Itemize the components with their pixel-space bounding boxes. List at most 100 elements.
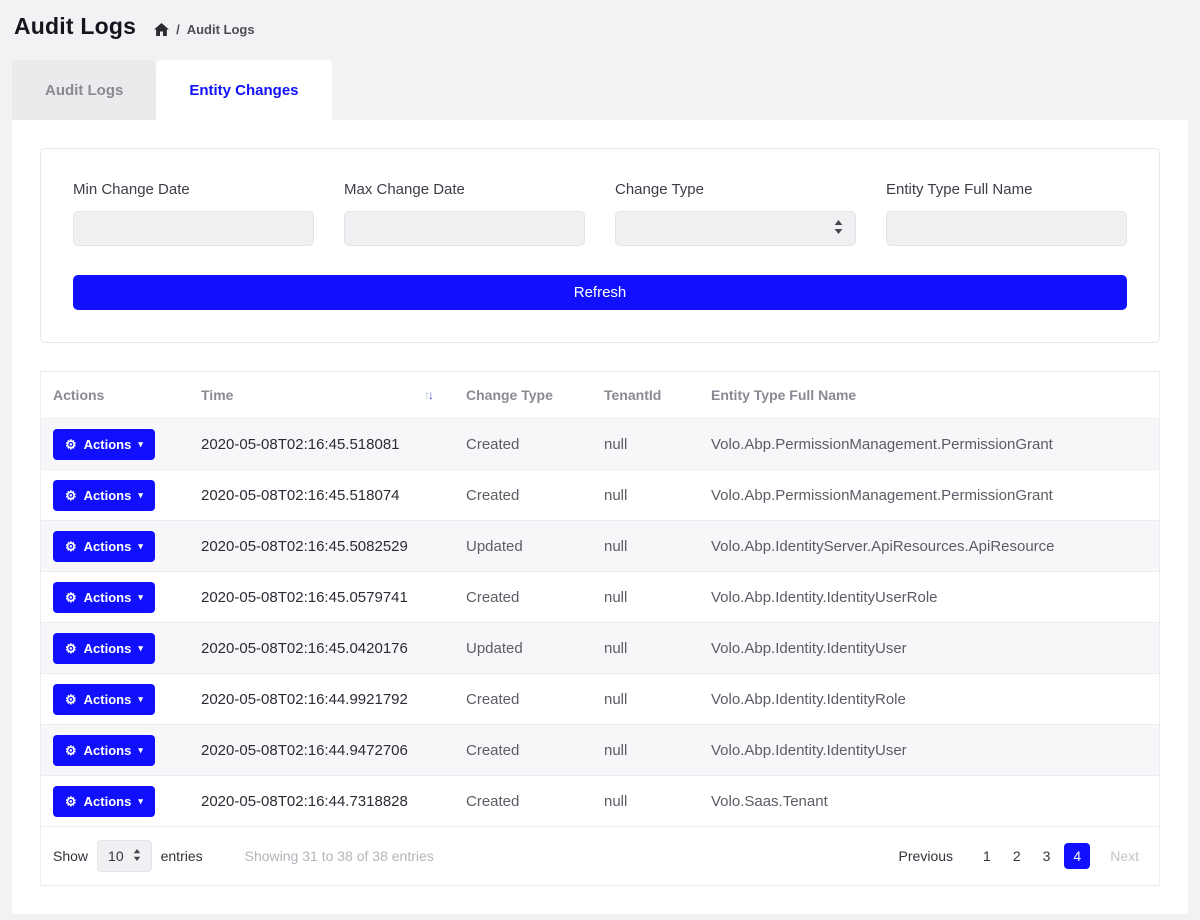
change-type-cell: Updated	[454, 521, 592, 572]
entity-changes-table-card: Actions Time ↑↓ Change Type TenantId Ent…	[40, 371, 1160, 886]
time-cell: 2020-05-08T02:16:45.518081	[189, 419, 454, 470]
tenant-id-cell: null	[592, 725, 699, 776]
home-icon[interactable]	[154, 23, 169, 36]
time-cell: 2020-05-08T02:16:44.9472706	[189, 725, 454, 776]
updown-arrows-icon	[133, 848, 141, 864]
breadcrumb: / Audit Logs	[154, 22, 255, 37]
entity-changes-panel: Min Change Date Max Change Date Change T…	[12, 120, 1188, 914]
page-header: Audit Logs / Audit Logs	[0, 0, 1200, 46]
breadcrumb-separator: /	[176, 22, 180, 37]
row-actions-button[interactable]: ⚙Actions▾	[53, 429, 155, 460]
change-type-cell: Created	[454, 674, 592, 725]
caret-down-icon: ▾	[138, 797, 143, 806]
col-header-time[interactable]: Time ↑↓	[189, 372, 454, 419]
table-row: ⚙Actions▾ 2020-05-08T02:16:45.5082529 Up…	[41, 521, 1159, 572]
tab-bar: Audit Logs Entity Changes	[12, 60, 1188, 120]
entity-type-cell: Volo.Saas.Tenant	[699, 776, 1159, 827]
show-label: Show	[53, 848, 88, 864]
change-type-cell: Created	[454, 572, 592, 623]
gear-icon: ⚙	[65, 795, 77, 808]
entity-changes-table: Actions Time ↑↓ Change Type TenantId Ent…	[41, 372, 1159, 827]
entity-type-full-name-input[interactable]	[886, 211, 1127, 246]
change-type-cell: Created	[454, 419, 592, 470]
breadcrumb-current: Audit Logs	[187, 22, 255, 37]
sort-icon[interactable]: ↑↓	[424, 388, 432, 402]
pagination: Previous 1 2 3 4 Next	[891, 843, 1147, 869]
time-cell: 2020-05-08T02:16:45.518074	[189, 470, 454, 521]
row-actions-button[interactable]: ⚙Actions▾	[53, 582, 155, 613]
page-size-value: 10	[108, 848, 124, 864]
filter-min-change-date: Min Change Date	[73, 181, 314, 246]
gear-icon: ⚙	[65, 642, 77, 655]
entries-summary: Showing 31 to 38 of 38 entries	[245, 848, 434, 864]
gear-icon: ⚙	[65, 489, 77, 502]
change-type-select[interactable]	[615, 211, 856, 246]
table-row: ⚙Actions▾ 2020-05-08T02:16:44.7318828 Cr…	[41, 776, 1159, 827]
tenant-id-cell: null	[592, 776, 699, 827]
pagination-page-2[interactable]: 2	[1005, 843, 1029, 869]
gear-icon: ⚙	[65, 540, 77, 553]
tenant-id-cell: null	[592, 419, 699, 470]
entity-type-cell: Volo.Abp.PermissionManagement.Permission…	[699, 470, 1159, 521]
tab-entity-changes[interactable]: Entity Changes	[156, 60, 331, 120]
gear-icon: ⚙	[65, 744, 77, 757]
pagination-next[interactable]: Next	[1102, 843, 1147, 869]
change-type-cell: Created	[454, 725, 592, 776]
max-change-date-input[interactable]	[344, 211, 585, 246]
row-actions-button[interactable]: ⚙Actions▾	[53, 531, 155, 562]
tab-audit-logs[interactable]: Audit Logs	[12, 60, 156, 120]
time-cell: 2020-05-08T02:16:45.0420176	[189, 623, 454, 674]
entity-type-cell: Volo.Abp.Identity.IdentityUser	[699, 623, 1159, 674]
page-title: Audit Logs	[14, 13, 136, 40]
entity-type-cell: Volo.Abp.PermissionManagement.Permission…	[699, 419, 1159, 470]
caret-down-icon: ▾	[138, 491, 143, 500]
tenant-id-cell: null	[592, 674, 699, 725]
time-cell: 2020-05-08T02:16:45.5082529	[189, 521, 454, 572]
main-content: Audit Logs Entity Changes Min Change Dat…	[12, 60, 1188, 914]
entries-label: entries	[161, 848, 203, 864]
refresh-button[interactable]: Refresh	[73, 275, 1127, 310]
filter-card: Min Change Date Max Change Date Change T…	[40, 148, 1160, 343]
gear-icon: ⚙	[65, 438, 77, 451]
change-type-cell: Updated	[454, 623, 592, 674]
table-row: ⚙Actions▾ 2020-05-08T02:16:44.9921792 Cr…	[41, 674, 1159, 725]
change-type-label: Change Type	[615, 181, 856, 198]
caret-down-icon: ▾	[138, 644, 143, 653]
time-cell: 2020-05-08T02:16:44.9921792	[189, 674, 454, 725]
tenant-id-cell: null	[592, 623, 699, 674]
col-header-change-type: Change Type	[454, 372, 592, 419]
row-actions-button[interactable]: ⚙Actions▾	[53, 786, 155, 817]
min-change-date-label: Min Change Date	[73, 181, 314, 198]
tenant-id-cell: null	[592, 572, 699, 623]
entity-type-cell: Volo.Abp.Identity.IdentityUserRole	[699, 572, 1159, 623]
caret-down-icon: ▾	[138, 542, 143, 551]
row-actions-button[interactable]: ⚙Actions▾	[53, 633, 155, 664]
row-actions-button[interactable]: ⚙Actions▾	[53, 684, 155, 715]
time-cell: 2020-05-08T02:16:45.0579741	[189, 572, 454, 623]
max-change-date-label: Max Change Date	[344, 181, 585, 198]
table-row: ⚙Actions▾ 2020-05-08T02:16:45.518074 Cre…	[41, 470, 1159, 521]
pagination-page-3[interactable]: 3	[1035, 843, 1059, 869]
filter-change-type: Change Type	[615, 181, 856, 246]
entity-type-cell: Volo.Abp.Identity.IdentityRole	[699, 674, 1159, 725]
min-change-date-input[interactable]	[73, 211, 314, 246]
table-row: ⚙Actions▾ 2020-05-08T02:16:44.9472706 Cr…	[41, 725, 1159, 776]
table-row: ⚙Actions▾ 2020-05-08T02:16:45.0420176 Up…	[41, 623, 1159, 674]
caret-down-icon: ▾	[138, 746, 143, 755]
page-size-select[interactable]: 10	[97, 840, 152, 872]
change-type-cell: Created	[454, 776, 592, 827]
entity-type-cell: Volo.Abp.IdentityServer.ApiResources.Api…	[699, 521, 1159, 572]
row-actions-button[interactable]: ⚙Actions▾	[53, 480, 155, 511]
col-header-actions: Actions	[41, 372, 189, 419]
row-actions-button[interactable]: ⚙Actions▾	[53, 735, 155, 766]
pagination-page-4[interactable]: 4	[1064, 843, 1090, 869]
pagination-page-1[interactable]: 1	[975, 843, 999, 869]
pagination-previous[interactable]: Previous	[891, 843, 961, 869]
table-footer: Show 10 entries Showing 31 to 38 of 38 e…	[41, 827, 1159, 885]
tenant-id-cell: null	[592, 521, 699, 572]
gear-icon: ⚙	[65, 693, 77, 706]
caret-down-icon: ▾	[138, 695, 143, 704]
tenant-id-cell: null	[592, 470, 699, 521]
filter-entity-type-full-name: Entity Type Full Name	[886, 181, 1127, 246]
table-row: ⚙Actions▾ 2020-05-08T02:16:45.0579741 Cr…	[41, 572, 1159, 623]
